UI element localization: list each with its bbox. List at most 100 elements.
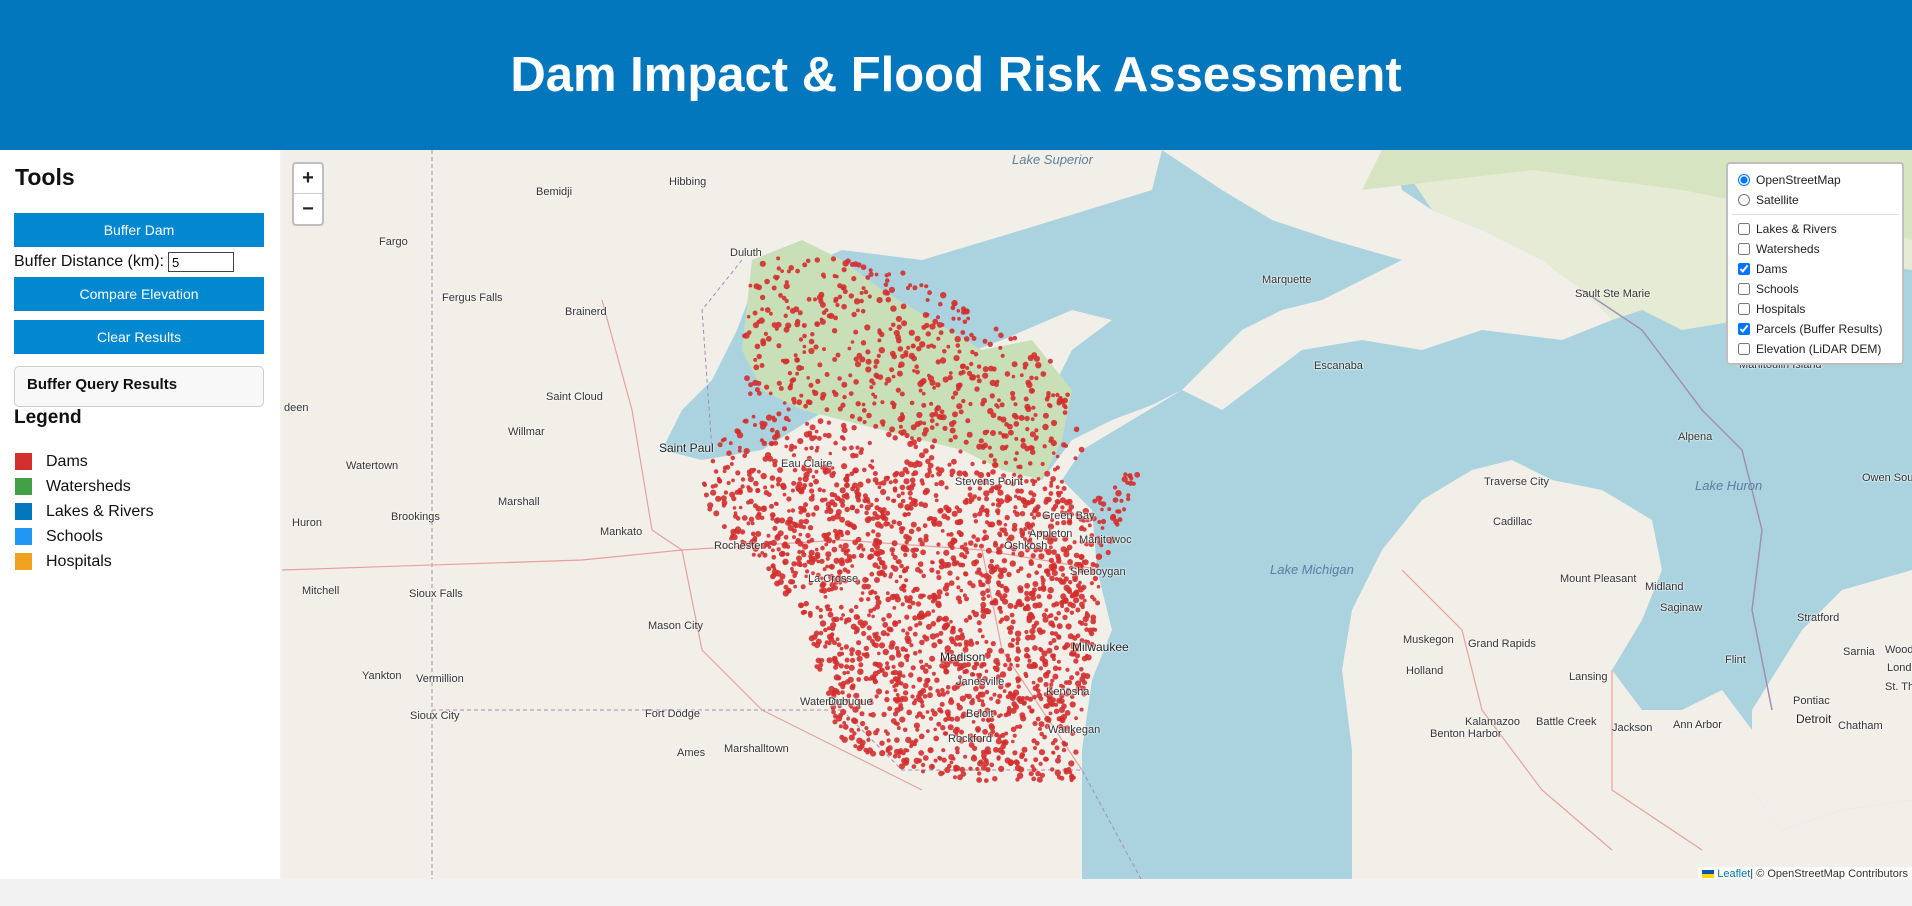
dam-marker[interactable] bbox=[831, 691, 836, 696]
dam-marker[interactable] bbox=[746, 314, 751, 319]
dam-marker[interactable] bbox=[782, 560, 787, 565]
dam-marker[interactable] bbox=[876, 353, 881, 358]
dam-marker[interactable] bbox=[768, 441, 774, 446]
dam-marker[interactable] bbox=[859, 447, 864, 452]
dam-marker[interactable] bbox=[1048, 491, 1054, 496]
dam-marker[interactable] bbox=[856, 308, 860, 313]
dam-marker[interactable] bbox=[895, 649, 901, 655]
dam-marker[interactable] bbox=[826, 420, 832, 425]
dam-marker[interactable] bbox=[906, 345, 911, 350]
dam-marker[interactable] bbox=[759, 294, 766, 301]
dam-marker[interactable] bbox=[1035, 716, 1041, 722]
dam-marker[interactable] bbox=[713, 469, 719, 474]
dam-marker[interactable] bbox=[972, 494, 977, 499]
dam-marker[interactable] bbox=[868, 463, 873, 468]
dam-marker[interactable] bbox=[747, 476, 754, 483]
dam-marker[interactable] bbox=[846, 554, 853, 560]
dam-marker[interactable] bbox=[782, 426, 787, 432]
dam-marker[interactable] bbox=[913, 722, 921, 729]
dam-marker[interactable] bbox=[927, 594, 933, 600]
dam-marker[interactable] bbox=[948, 698, 955, 706]
overlay-option[interactable]: Lakes & Rivers bbox=[1736, 219, 1894, 239]
dam-marker[interactable] bbox=[999, 402, 1005, 408]
dam-marker[interactable] bbox=[1001, 567, 1008, 574]
dam-marker[interactable] bbox=[1010, 726, 1017, 733]
dam-marker[interactable] bbox=[1053, 645, 1059, 651]
dam-marker[interactable] bbox=[1050, 767, 1055, 772]
dam-marker[interactable] bbox=[882, 671, 889, 678]
dam-marker[interactable] bbox=[886, 632, 890, 637]
dam-marker[interactable] bbox=[782, 401, 787, 405]
dam-marker[interactable] bbox=[925, 331, 931, 337]
dam-marker[interactable] bbox=[968, 401, 973, 407]
dam-marker[interactable] bbox=[757, 469, 761, 474]
dam-marker[interactable] bbox=[838, 604, 844, 610]
dam-marker[interactable] bbox=[842, 394, 847, 400]
dam-marker[interactable] bbox=[748, 283, 753, 288]
dam-marker[interactable] bbox=[937, 707, 943, 713]
dam-marker[interactable] bbox=[900, 414, 906, 420]
dam-marker[interactable] bbox=[905, 285, 911, 291]
dam-marker[interactable] bbox=[989, 762, 995, 768]
dam-marker[interactable] bbox=[912, 631, 918, 637]
dam-marker[interactable] bbox=[862, 467, 867, 473]
dam-marker[interactable] bbox=[854, 361, 862, 368]
dam-marker[interactable] bbox=[813, 344, 819, 350]
dam-marker[interactable] bbox=[1088, 630, 1095, 637]
dam-marker[interactable] bbox=[992, 776, 998, 782]
dam-marker[interactable] bbox=[891, 374, 896, 379]
dam-marker[interactable] bbox=[853, 298, 861, 305]
dam-marker[interactable] bbox=[853, 379, 859, 385]
dam-marker[interactable] bbox=[840, 680, 847, 687]
dam-marker[interactable] bbox=[1031, 680, 1036, 685]
dam-marker[interactable] bbox=[933, 493, 939, 498]
dam-marker[interactable] bbox=[995, 698, 1001, 705]
dam-marker[interactable] bbox=[878, 642, 886, 649]
dam-marker[interactable] bbox=[776, 343, 782, 349]
dam-marker[interactable] bbox=[905, 631, 910, 636]
dam-marker[interactable] bbox=[833, 315, 838, 321]
dam-marker[interactable] bbox=[868, 590, 874, 596]
dam-marker[interactable] bbox=[787, 516, 793, 523]
dam-marker[interactable] bbox=[774, 432, 781, 439]
dam-marker[interactable] bbox=[905, 638, 912, 645]
dam-marker[interactable] bbox=[851, 717, 857, 724]
dam-marker[interactable] bbox=[971, 664, 978, 671]
dam-marker[interactable] bbox=[861, 408, 867, 413]
dam-marker[interactable] bbox=[958, 449, 963, 454]
dam-marker[interactable] bbox=[766, 533, 771, 538]
dam-marker[interactable] bbox=[942, 349, 947, 354]
dam-marker[interactable] bbox=[926, 344, 931, 349]
dam-marker[interactable] bbox=[710, 489, 717, 496]
dam-marker[interactable] bbox=[869, 547, 875, 553]
dam-marker[interactable] bbox=[759, 438, 764, 443]
dam-marker[interactable] bbox=[1013, 457, 1018, 462]
dam-marker[interactable] bbox=[871, 614, 875, 619]
dam-marker[interactable] bbox=[1055, 454, 1060, 459]
dam-marker[interactable] bbox=[1066, 679, 1073, 686]
dam-marker[interactable] bbox=[1024, 695, 1030, 701]
dam-marker[interactable] bbox=[844, 492, 850, 497]
dam-marker[interactable] bbox=[1075, 633, 1081, 638]
dam-marker[interactable] bbox=[973, 543, 978, 548]
dam-marker[interactable] bbox=[982, 529, 987, 534]
dam-marker[interactable] bbox=[1012, 733, 1017, 738]
dam-marker[interactable] bbox=[1051, 653, 1056, 658]
dam-marker[interactable] bbox=[996, 511, 1000, 516]
dam-marker[interactable] bbox=[992, 542, 999, 548]
dam-marker[interactable] bbox=[952, 302, 957, 307]
dam-marker[interactable] bbox=[963, 542, 968, 547]
dam-marker[interactable] bbox=[833, 391, 839, 398]
dam-marker[interactable] bbox=[968, 640, 975, 647]
dam-marker[interactable] bbox=[805, 421, 810, 426]
dam-marker[interactable] bbox=[914, 364, 919, 369]
dam-marker[interactable] bbox=[839, 487, 846, 494]
basemap-radio[interactable] bbox=[1738, 194, 1750, 206]
dam-marker[interactable] bbox=[982, 338, 988, 344]
dam-marker[interactable] bbox=[792, 535, 796, 540]
dam-marker[interactable] bbox=[829, 472, 836, 479]
dam-marker[interactable] bbox=[1010, 619, 1016, 625]
dam-marker[interactable] bbox=[1011, 374, 1016, 379]
dam-marker[interactable] bbox=[925, 458, 931, 464]
dam-marker[interactable] bbox=[955, 576, 960, 581]
